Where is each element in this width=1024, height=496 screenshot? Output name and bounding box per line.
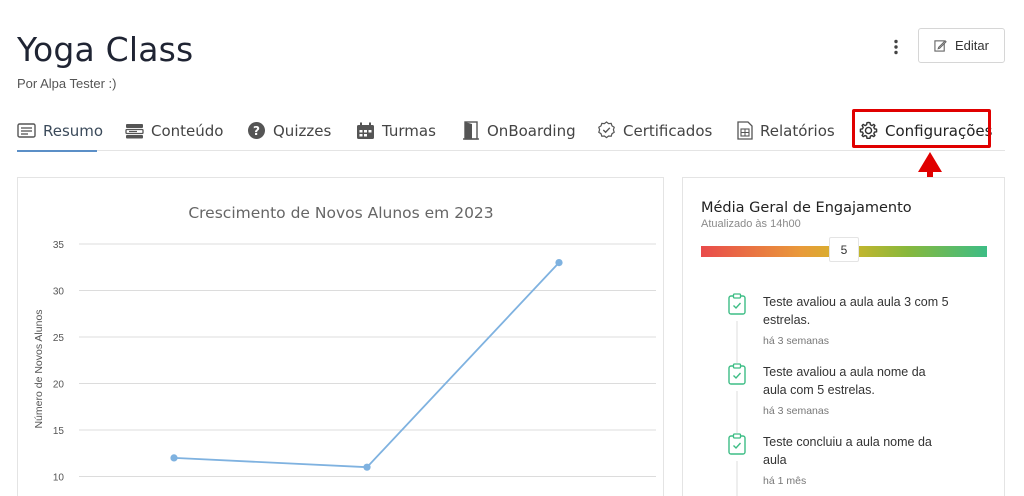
tab-turmas[interactable]: Turmas bbox=[356, 110, 436, 151]
tab-onboarding[interactable]: OnBoarding bbox=[462, 110, 576, 151]
tab-label: Certificados bbox=[623, 121, 713, 140]
tab-relatorios[interactable]: Relatórios bbox=[737, 110, 835, 151]
spreadsheet-icon bbox=[737, 121, 753, 140]
y-tick-label: 25 bbox=[53, 333, 65, 344]
clipboard-check-icon bbox=[723, 293, 751, 321]
series-line bbox=[173, 261, 560, 469]
activity-text: Teste concluiu a aula nome da aula bbox=[763, 435, 932, 467]
y-tick-label: 20 bbox=[53, 380, 65, 391]
gear-icon bbox=[859, 121, 878, 140]
data-point[interactable] bbox=[363, 463, 371, 471]
tab-label: OnBoarding bbox=[487, 121, 576, 140]
activity-time: há 3 semanas bbox=[763, 335, 829, 347]
clipboard-check-icon bbox=[723, 433, 751, 461]
page-title: Yoga Class bbox=[17, 30, 194, 69]
edit-icon bbox=[934, 40, 947, 52]
edit-button-label: Editar bbox=[955, 38, 989, 53]
tab-label: Quizzes bbox=[273, 121, 332, 140]
activity-text: Teste avaliou a aula aula 3 com 5 estrel… bbox=[763, 295, 949, 327]
activity-time: há 3 semanas bbox=[763, 405, 829, 417]
question-circle-icon: ? bbox=[248, 122, 265, 139]
engagement-score-badge: 5 bbox=[829, 237, 859, 262]
calendar-icon bbox=[357, 122, 374, 139]
data-point[interactable] bbox=[170, 454, 178, 462]
tab-quizzes[interactable]: ? Quizzes bbox=[247, 110, 331, 151]
tab-label: Relatórios bbox=[760, 121, 835, 140]
timeline-line bbox=[736, 303, 738, 496]
engagement-card: Média Geral de Engajamento Atualizado às… bbox=[682, 177, 1005, 496]
tab-label: Configurações bbox=[885, 121, 993, 140]
document-lines-icon bbox=[17, 123, 36, 138]
y-tick-label: 30 bbox=[53, 287, 65, 298]
server-icon bbox=[125, 123, 144, 138]
y-tick-label: 35 bbox=[53, 240, 65, 251]
tab-label: Resumo bbox=[43, 121, 104, 140]
edit-button[interactable]: Editar bbox=[918, 28, 1005, 63]
chart-y-axis-label: Número de Novos Alunos bbox=[33, 309, 45, 428]
y-tick-label: 15 bbox=[53, 426, 65, 437]
vertical-dots-icon bbox=[894, 39, 898, 55]
tab-bar: Resumo Conteúdo ? Quizzes Turmas OnBoard… bbox=[17, 110, 1005, 152]
data-point[interactable] bbox=[555, 259, 563, 267]
tab-certificados[interactable]: Certificados bbox=[597, 110, 712, 151]
y-tick-label: 10 bbox=[53, 473, 65, 484]
page: Yoga Class Por Alpa Tester :) Editar Res… bbox=[0, 0, 1024, 496]
tab-configuracoes[interactable]: Configurações bbox=[859, 110, 992, 151]
chart-title: Crescimento de Novos Alunos em 2023 bbox=[188, 204, 493, 222]
activity-time: há 1 mês bbox=[763, 475, 807, 487]
chart-card: Crescimento de Novos Alunos em 2023 Núme… bbox=[17, 177, 664, 496]
line-chart: Crescimento de Novos Alunos em 2023 Núme… bbox=[33, 204, 656, 484]
door-icon bbox=[463, 121, 479, 140]
engagement-title: Média Geral de Engajamento bbox=[701, 200, 912, 216]
svg-text:?: ? bbox=[253, 124, 260, 138]
tab-resumo[interactable]: Resumo bbox=[17, 110, 103, 152]
tab-label: Conteúdo bbox=[151, 121, 224, 140]
tab-conteudo[interactable]: Conteúdo bbox=[125, 110, 223, 151]
clipboard-check-icon bbox=[723, 363, 751, 391]
seal-check-icon bbox=[598, 121, 615, 139]
engagement-updated: Atualizado às 14h00 bbox=[701, 218, 801, 230]
tab-label: Turmas bbox=[382, 121, 436, 140]
activity-text: Teste avaliou a aula nome da aula com 5 … bbox=[763, 365, 926, 397]
more-options-button[interactable] bbox=[882, 33, 910, 61]
page-subtitle: Por Alpa Tester :) bbox=[17, 76, 117, 91]
